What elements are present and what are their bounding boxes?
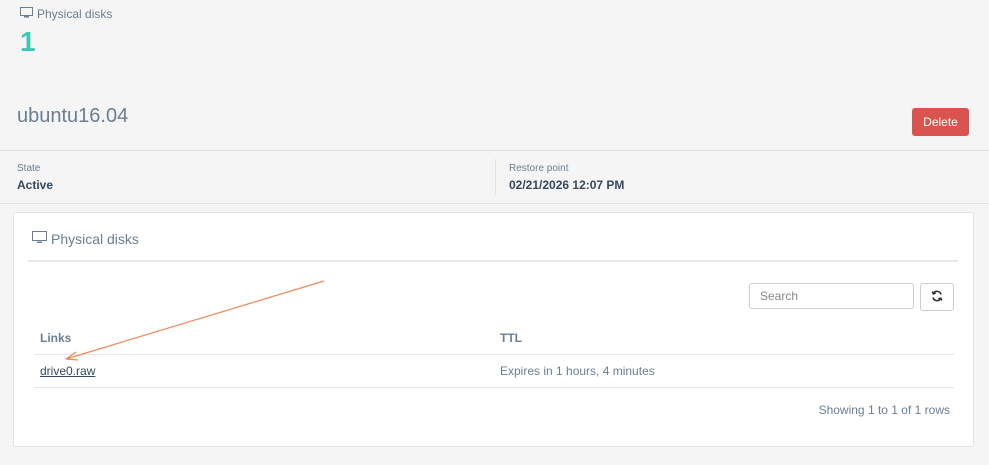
column-header-links[interactable]: Links (40, 331, 71, 345)
search-input[interactable] (749, 283, 914, 309)
restore-point-label: Restore point (509, 163, 569, 174)
page: Physical disks 1 ubuntu16.04 Delete Stat… (0, 0, 989, 465)
monitor-icon (32, 231, 51, 247)
stat-value: 1 (20, 26, 36, 57)
panel-header: Physical disks (32, 231, 139, 247)
divider (0, 203, 989, 204)
disk-download-link[interactable]: drive0.raw (40, 364, 95, 378)
restore-point-value: 02/21/2026 12:07 PM (509, 178, 625, 192)
state-value: Active (17, 178, 54, 192)
column-header-ttl[interactable]: TTL (500, 331, 522, 345)
stat-title: Physical disks (37, 7, 113, 21)
state-info: State Active (17, 163, 53, 192)
state-label: State (17, 163, 41, 174)
restore-point-info: Restore point 02/21/2026 12:07 PM (509, 163, 624, 192)
physical-disks-panel: Physical disks Links TTL drive0.raw Exp (13, 212, 974, 447)
refresh-icon (931, 290, 943, 305)
monitor-icon (20, 7, 37, 21)
divider (0, 150, 989, 151)
info-divider (495, 159, 496, 195)
physical-disks-stat: Physical disks 1 (20, 7, 112, 57)
page-title: ubuntu16.04 (17, 105, 129, 127)
pagination-info: Showing 1 to 1 of 1 rows (818, 403, 950, 417)
panel-title: Physical disks (51, 231, 139, 247)
table-row: drive0.raw Expires in 1 hours, 4 minutes (34, 355, 954, 388)
refresh-button[interactable] (920, 283, 954, 311)
table-header: Links TTL (34, 322, 954, 355)
delete-button[interactable]: Delete (912, 108, 969, 136)
panel-divider (28, 260, 958, 262)
ttl-cell: Expires in 1 hours, 4 minutes (500, 364, 655, 378)
disks-table: Links TTL drive0.raw Expires in 1 hours,… (34, 322, 954, 388)
